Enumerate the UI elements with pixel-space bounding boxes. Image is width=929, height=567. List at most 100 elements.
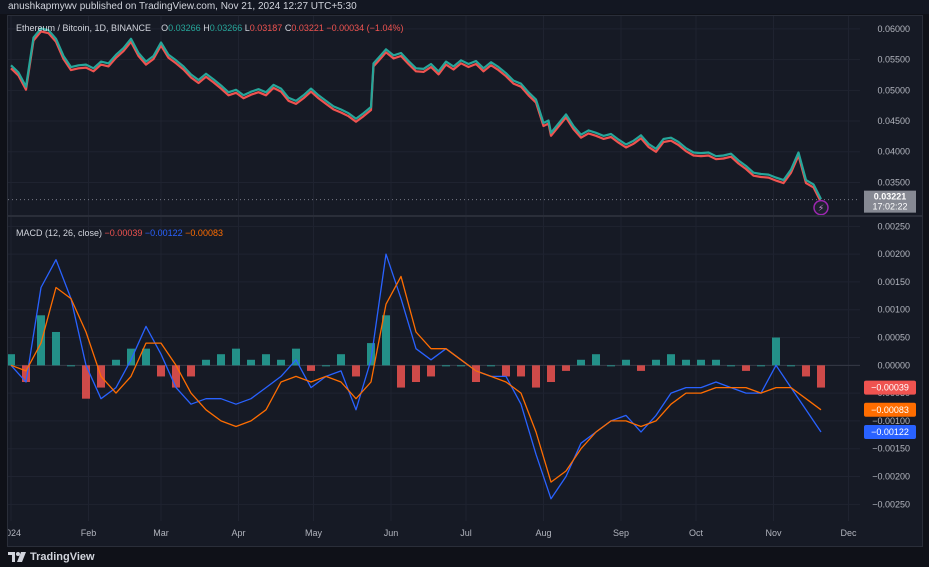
macd-histogram-bar [502, 365, 510, 377]
price-tick-label: 0.04000 [877, 147, 910, 157]
x-tick-label: Nov [765, 528, 782, 538]
macd-histogram-bar [427, 365, 435, 377]
footer: TradingView [0, 547, 929, 567]
macd-histogram-bar [592, 354, 600, 366]
x-tick-label: Feb [81, 528, 97, 538]
macd-tick-label: 0.00150 [877, 277, 910, 287]
price-tick-label: 0.06000 [877, 24, 910, 34]
publish-header: anushkapmywv published on TradingView.co… [0, 0, 929, 14]
macd-tick-label: 0.00100 [877, 305, 910, 315]
x-tick-label: Sep [613, 528, 629, 538]
macd-histogram-bar [322, 365, 330, 367]
macd-histogram-bar [232, 348, 240, 366]
macd-histogram-bar [277, 359, 285, 366]
price-line-low [10, 30, 822, 203]
macd-histogram-bar [517, 365, 525, 377]
signal-value-tag-text: −0.00083 [871, 405, 909, 415]
x-tick-label: Apr [231, 528, 245, 538]
macd-histogram-bar [562, 365, 570, 371]
macd-histogram-bar [112, 359, 120, 366]
macd-histogram-bar [412, 365, 420, 383]
macd-legend: MACD (12, 26, close) −0.00039 −0.00122 −… [16, 228, 223, 238]
macd-histogram-bar [457, 365, 465, 367]
macd-histogram-bar [637, 365, 645, 371]
macd-tick-label: −0.00100 [872, 416, 910, 426]
x-tick-label: Aug [535, 528, 551, 538]
x-tick-label: 2024 [8, 528, 21, 538]
tradingview-logo-icon [8, 552, 26, 562]
x-tick-label: Jul [460, 528, 472, 538]
macd-histogram-bar [802, 365, 810, 377]
macd-tick-label: 0.00000 [877, 360, 910, 370]
macd-plot [8, 253, 860, 500]
close-value: 0.03221 [291, 23, 324, 33]
macd-value-tag-text: −0.00122 [871, 427, 909, 437]
publish-header-text: anushkapmywv published on TradingView.co… [8, 1, 357, 12]
macd-histogram-bar [442, 365, 450, 367]
change-value: −0.00034 (−1.04%) [326, 23, 404, 33]
macd-histogram-bar [487, 365, 495, 367]
macd-histogram-bar [697, 359, 705, 366]
macd-histogram-bar [622, 359, 630, 366]
x-tick-label: Jun [384, 528, 399, 538]
macd-histogram-bar [712, 359, 720, 366]
macd-histogram-bar [127, 348, 135, 366]
macd-hist-value: −0.00039 [104, 228, 143, 238]
x-tick-label: Oct [689, 528, 704, 538]
macd-histogram-bar [202, 359, 210, 366]
chart-frame[interactable]: ⚡ 2024 Feb Mar Apr May Jun Jul Aug Sep Oct Nov Dec 0… [7, 15, 923, 547]
symbol-title[interactable]: Ethereum / Bitcoin, 1D, BINANCE [16, 23, 151, 33]
macd-title[interactable]: MACD (12, 26, close) [16, 228, 102, 238]
macd-tick-label: −0.00250 [872, 499, 910, 509]
macd-histogram-bar [667, 354, 675, 366]
high-value: 0.03266 [209, 23, 243, 33]
macd-histogram-bar [142, 348, 150, 366]
macd-tick-label: 0.00250 [877, 221, 910, 231]
macd-histogram-bar [757, 365, 765, 367]
macd-histogram-bar [67, 365, 75, 367]
macd-histogram-bar [742, 365, 750, 371]
macd-histogram-bar [172, 365, 180, 388]
price-tick-label: 0.03500 [877, 177, 910, 187]
macd-histogram-bar [577, 359, 585, 366]
macd-histogram-bar [52, 331, 60, 366]
chart-canvas[interactable]: ⚡ 2024 Feb Mar Apr May Jun Jul Aug Sep Oct Nov Dec 0… [8, 16, 922, 546]
macd-histogram-bar [397, 365, 405, 388]
hist-value-tag-text: −0.00039 [871, 383, 909, 393]
macd-tick-label: 0.00050 [877, 333, 910, 343]
macd-histogram-bar [727, 365, 735, 367]
price-legend: Ethereum / Bitcoin, 1D, BINANCE O0.03266… [16, 23, 403, 33]
macd-signal-value: −0.00083 [185, 228, 223, 238]
macd-histogram-bar [682, 359, 690, 366]
macd-histogram-bar [352, 365, 360, 377]
low-value: 0.03187 [249, 23, 283, 33]
tradingview-brand: TradingView [30, 551, 95, 563]
grid [8, 16, 860, 521]
macd-histogram-bar [472, 365, 480, 383]
lightning-glyph: ⚡ [818, 204, 824, 214]
x-tick-label: May [305, 528, 323, 538]
tradingview-logo[interactable]: TradingView [8, 551, 95, 563]
macd-histogram-bar [787, 365, 795, 367]
macd-histogram-bar [607, 365, 615, 367]
macd-histogram-bar [652, 359, 660, 366]
macd-histogram-bar [187, 365, 195, 377]
macd-histogram-bar [307, 365, 315, 371]
countdown-value: 17:02:22 [872, 202, 907, 212]
macd-histogram-bar [37, 315, 45, 366]
x-tick-label: Dec [840, 528, 857, 538]
macd-histogram-bar [547, 365, 555, 383]
macd-histogram-bar [337, 354, 345, 366]
macd-histogram-bar [262, 354, 270, 366]
macd-tick-label: −0.00150 [872, 444, 910, 454]
price-line-high [10, 27, 822, 200]
price-tick-label: 0.04500 [877, 116, 910, 126]
macd-tick-label: −0.00200 [872, 472, 910, 482]
x-tick-label: Mar [153, 528, 169, 538]
macd-histogram-bar [532, 365, 540, 388]
last-price-tag-value: 0.03221 [874, 192, 907, 202]
macd-histogram-bar [217, 354, 225, 366]
macd-histogram-bar [157, 365, 165, 377]
macd-histogram-bar [772, 337, 780, 366]
axes: 2024 Feb Mar Apr May Jun Jul Aug Sep Oct Nov Dec 0.0… [8, 24, 916, 538]
